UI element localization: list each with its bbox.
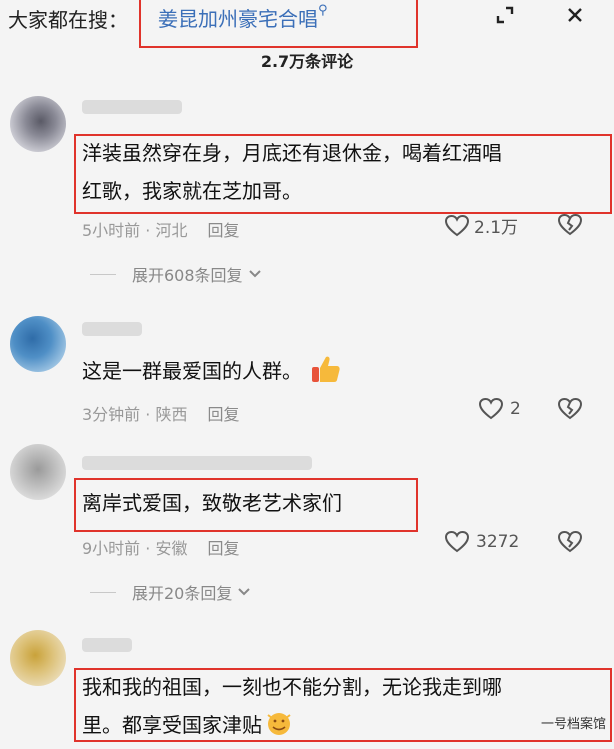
broken-heart-icon [557, 530, 583, 553]
comment-meta: 5小时前 · 河北 回复 [82, 221, 240, 240]
comment-meta: 9小时前 · 安徽 回复 [82, 539, 240, 558]
expand-icon [496, 6, 514, 24]
like-count: 2.1万 [474, 218, 519, 238]
broken-heart-icon [557, 397, 583, 420]
chevron-down-icon [238, 588, 251, 596]
dislike-button[interactable] [557, 213, 583, 237]
expand-button[interactable] [490, 0, 520, 30]
highlight-box-search [139, 0, 418, 48]
comment-time: 9小时前 [82, 539, 141, 558]
chevron-down-icon [248, 270, 261, 278]
like-button[interactable]: 2.1万 [444, 213, 518, 238]
expand-replies-label: 展开608条回复 [132, 266, 243, 285]
comment-text: 这是一群最爱国的人群。 [82, 352, 602, 396]
expand-replies[interactable]: 展开608条回复 [90, 262, 263, 286]
heart-icon [444, 214, 470, 236]
comment-time: 5小时前 [82, 221, 141, 240]
avatar[interactable] [10, 630, 66, 686]
close-icon [568, 8, 582, 22]
expand-replies-label: 展开20条回复 [132, 584, 233, 603]
comment-location: 安徽 [155, 539, 188, 558]
avatar[interactable] [10, 96, 66, 152]
reply-button[interactable]: 回复 [207, 405, 239, 424]
heart-icon [444, 530, 470, 553]
thumbs-up-emoji-icon [310, 354, 342, 396]
highlight-box-comment [74, 668, 612, 742]
comment-location: 河北 [155, 221, 188, 240]
comment-location: 陕西 [155, 405, 188, 424]
avatar[interactable] [10, 444, 66, 500]
comment-meta: 3分钟前 · 陕西 回复 [82, 405, 240, 424]
like-count: 2 [510, 399, 521, 419]
username-blurred[interactable] [82, 456, 312, 470]
username-blurred[interactable] [82, 638, 132, 652]
comment-count: 2.7万条评论 [260, 52, 354, 71]
expand-replies[interactable]: 展开20条回复 [90, 580, 252, 604]
broken-heart-icon [557, 213, 583, 236]
reply-button[interactable]: 回复 [207, 221, 239, 240]
comment-time: 3分钟前 [82, 405, 141, 424]
like-count: 3272 [476, 532, 520, 552]
like-button[interactable]: 3272 [444, 530, 519, 554]
close-button[interactable] [560, 0, 590, 30]
highlight-box-comment [74, 134, 612, 214]
username-blurred[interactable] [82, 100, 182, 114]
heart-icon [478, 397, 504, 420]
search-prefix-label: 大家都在搜： [8, 8, 128, 32]
dislike-button[interactable] [557, 397, 583, 421]
reply-button[interactable]: 回复 [207, 539, 239, 558]
watermark: 一号档案馆 [540, 717, 606, 732]
highlight-box-comment [74, 478, 418, 532]
username-blurred[interactable] [82, 322, 142, 336]
avatar[interactable] [10, 316, 66, 372]
like-button[interactable]: 2 [478, 397, 521, 421]
dislike-button[interactable] [557, 530, 583, 554]
